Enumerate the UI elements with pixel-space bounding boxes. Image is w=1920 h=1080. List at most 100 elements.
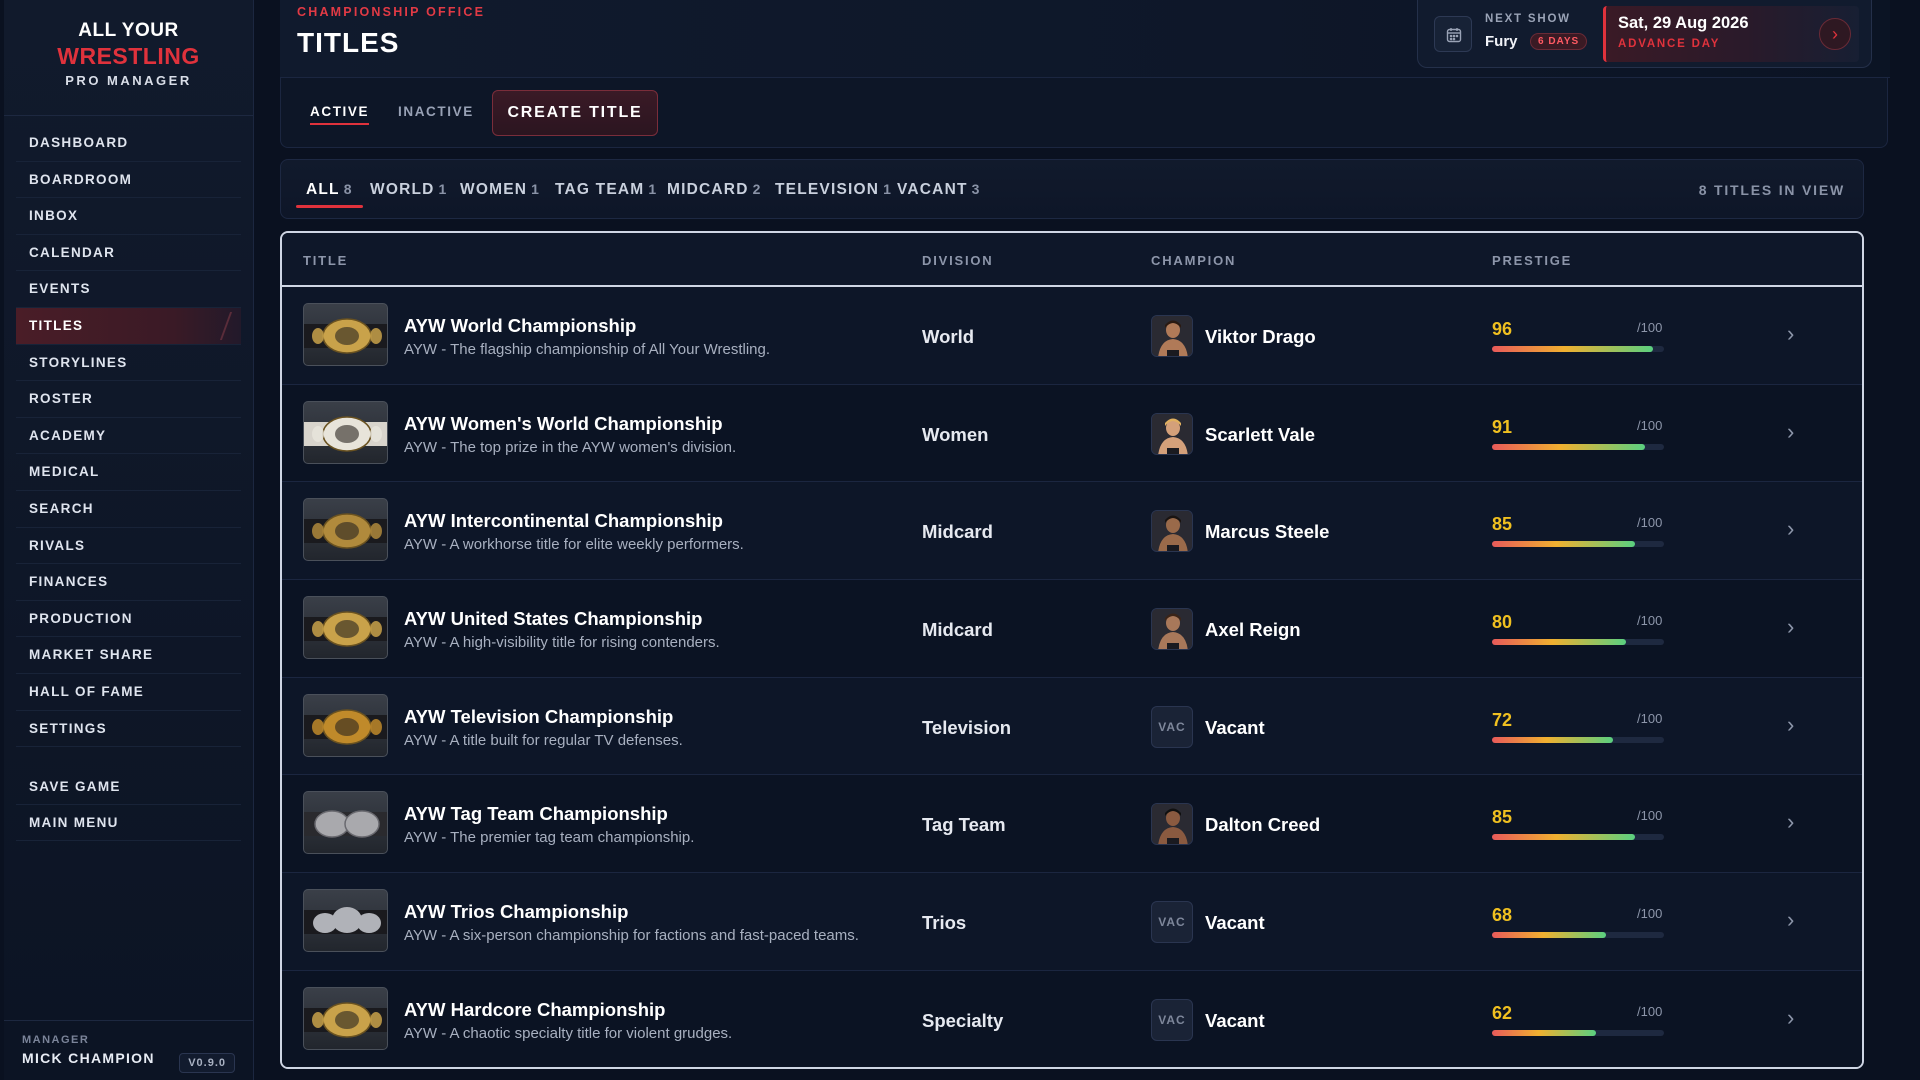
- column-header-prestige[interactable]: PRESTIGE: [1492, 253, 1572, 268]
- table-row[interactable]: AYW Television Championship AYW - A title…: [282, 677, 1862, 776]
- filter-chip-vacant[interactable]: VACANT 3: [897, 181, 981, 199]
- filter-chip-label: WOMEN: [460, 181, 528, 198]
- prestige-bar-fill: [1492, 443, 1645, 450]
- tab-active[interactable]: ACTIVE: [310, 104, 370, 125]
- sidebar-item-storylines[interactable]: STORYLINES: [16, 345, 241, 382]
- filter-chip-midcard[interactable]: MIDCARD 2: [667, 181, 762, 199]
- sidebar-item-settings[interactable]: SETTINGS: [16, 711, 241, 748]
- champion-name: Vacant: [1205, 1009, 1265, 1031]
- belt-artwork: [304, 611, 387, 647]
- filter-chip-count: 1: [531, 181, 541, 197]
- filter-chip-tag-team[interactable]: TAG TEAM 1: [555, 181, 657, 199]
- sidebar-item-finances[interactable]: FINANCES: [16, 564, 241, 601]
- calendar-icon[interactable]: [1434, 16, 1472, 52]
- filter-chip-world[interactable]: WORLD 1: [370, 181, 448, 199]
- sidebar-item-events[interactable]: EVENTS: [16, 271, 241, 308]
- sidebar-item-calendar[interactable]: CALENDAR: [16, 235, 241, 272]
- title-division: Midcard: [922, 521, 993, 543]
- sidebar: ALL YOUR WRESTLING PRO MANAGER DASHBOARD…: [4, 0, 254, 1080]
- logo-line2: WRESTLING: [57, 43, 200, 69]
- table-row[interactable]: AYW Tag Team Championship AYW - The premi…: [282, 775, 1862, 874]
- prestige-bar: [1492, 932, 1664, 939]
- next-show-days-badge: 6 DAYS: [1530, 33, 1588, 50]
- table-body: AYW World Championship AYW - The flagship…: [282, 287, 1862, 1067]
- table-row[interactable]: AYW Intercontinental Championship AYW - A…: [282, 482, 1862, 581]
- title-division: Women: [922, 423, 989, 445]
- filter-chip-label: MIDCARD: [667, 181, 749, 198]
- champion-portrait: [1152, 609, 1192, 650]
- sidebar-item-medical[interactable]: MEDICAL: [16, 454, 241, 491]
- champion-avatar: [1151, 608, 1193, 651]
- title-belt-image: [303, 498, 388, 562]
- chevron-right-icon[interactable]: ›: [1787, 907, 1794, 933]
- champion-portrait: [1152, 804, 1192, 845]
- filter-chip-women[interactable]: WOMEN 1: [460, 181, 540, 199]
- column-header-champion[interactable]: CHAMPION: [1151, 253, 1236, 268]
- prestige-bar-fill: [1492, 541, 1635, 548]
- page-kicker: CHAMPIONSHIP OFFICE: [297, 5, 486, 19]
- sidebar-item-hall-of-fame[interactable]: HALL OF FAME: [16, 674, 241, 711]
- title-name: AYW Tag Team Championship: [404, 803, 668, 825]
- sidebar-item-main-menu[interactable]: MAIN MENU: [16, 805, 241, 842]
- title-division: Midcard: [922, 619, 993, 641]
- prestige-bar: [1492, 639, 1664, 646]
- prestige-bar: [1492, 1029, 1664, 1036]
- logo-line1: ALL YOUR: [78, 20, 179, 41]
- sidebar-item-production[interactable]: PRODUCTION: [16, 601, 241, 638]
- sidebar-nav: DASHBOARD BOARDROOM INBOX CALENDAR EVENTS TIT…: [4, 125, 253, 748]
- column-header-division[interactable]: DIVISION: [922, 253, 993, 268]
- chevron-right-icon[interactable]: ›: [1787, 614, 1794, 640]
- app-logo[interactable]: ALL YOUR WRESTLING PRO MANAGER: [4, 0, 253, 116]
- column-header-title[interactable]: TITLE: [303, 253, 348, 268]
- prestige-value: 85: [1492, 807, 1513, 828]
- sidebar-item-titles[interactable]: TITLES: [16, 307, 241, 345]
- titles-table: TITLE DIVISION CHAMPION PRESTIGE AYW Wor…: [280, 231, 1864, 1069]
- table-row[interactable]: AYW United States Championship AYW - A hi…: [282, 580, 1862, 678]
- title-description: AYW - The flagship championship of All Y…: [404, 341, 771, 358]
- sidebar-item-academy[interactable]: ACADEMY: [16, 418, 241, 455]
- prestige-bar: [1492, 346, 1664, 352]
- champion-avatar: [1151, 412, 1193, 455]
- table-row[interactable]: AYW Trios Championship AYW - A six-person…: [282, 873, 1862, 971]
- table-row[interactable]: AYW World Championship AYW - The flagship…: [282, 287, 1862, 385]
- create-title-button[interactable]: CREATE TITLE: [492, 90, 658, 136]
- chevron-right-icon[interactable]: ›: [1787, 1005, 1794, 1031]
- table-row[interactable]: AYW Hardcore Championship AYW - A chaotic…: [282, 970, 1862, 1067]
- title-description: AYW - A six-person championship for fact…: [404, 927, 859, 945]
- chevron-right-icon[interactable]: ›: [1787, 321, 1794, 347]
- advance-day-button[interactable]: ›: [1819, 18, 1851, 50]
- prestige-value: 62: [1492, 1002, 1513, 1023]
- sidebar-item-inbox[interactable]: INBOX: [16, 198, 241, 235]
- prestige-max: /100: [1637, 417, 1663, 433]
- prestige-bar-fill: [1492, 639, 1627, 646]
- table-row[interactable]: AYW Women's World Championship AYW - The …: [282, 384, 1862, 483]
- title-description: AYW - A title built for regular TV defen…: [404, 731, 683, 749]
- filter-chip-television[interactable]: TELEVISION 1: [775, 181, 892, 199]
- title-belt-image: [303, 693, 388, 757]
- belt-artwork: [304, 513, 387, 550]
- chevron-right-icon[interactable]: ›: [1787, 516, 1794, 542]
- title-division: World: [922, 326, 975, 347]
- sidebar-item-roster[interactable]: ROSTER: [16, 381, 241, 418]
- chevron-right-icon[interactable]: ›: [1787, 809, 1794, 835]
- filter-chip-label: VACANT: [897, 181, 968, 198]
- sidebar-item-boardroom[interactable]: BOARDROOM: [16, 162, 241, 199]
- sidebar-item-search[interactable]: SEARCH: [16, 491, 241, 528]
- sidebar-item-rivals[interactable]: RIVALS: [16, 528, 241, 565]
- manager-panel: MANAGER MICK CHAMPION V0.9.0: [4, 1020, 253, 1080]
- filter-chip-count: 1: [648, 181, 658, 197]
- sidebar-item-market-share[interactable]: MARKET SHARE: [16, 637, 241, 674]
- sidebar-item-save-game[interactable]: SAVE GAME: [16, 769, 241, 806]
- chevron-right-icon[interactable]: ›: [1787, 712, 1794, 738]
- filter-chip-all[interactable]: ALL 8: [296, 181, 363, 208]
- prestige-bar: [1492, 736, 1664, 743]
- chevron-right-icon[interactable]: ›: [1787, 419, 1794, 445]
- sidebar-bottom-nav: SAVE GAME MAIN MENU: [4, 769, 253, 842]
- tab-inactive[interactable]: INACTIVE: [398, 104, 474, 119]
- sidebar-item-dashboard[interactable]: DASHBOARD: [16, 125, 241, 162]
- next-show-panel: NEXT SHOW Fury 6 DAYS Sat, 29 Aug 2026 A…: [1417, 0, 1872, 68]
- prestige-value: 80: [1492, 612, 1513, 633]
- prestige-bar-fill: [1492, 932, 1607, 939]
- title-name: AYW World Championship: [404, 315, 637, 336]
- champion-avatar: [1151, 510, 1193, 553]
